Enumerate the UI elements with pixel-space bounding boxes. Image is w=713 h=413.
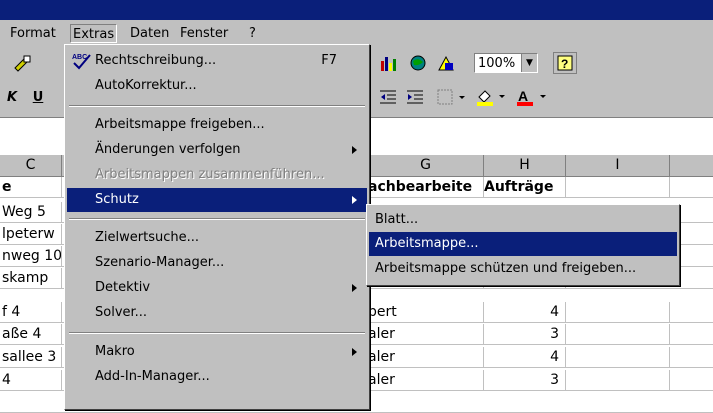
cell-c[interactable]: aße 4 <box>0 324 62 345</box>
menu-item-zusammenfuehren: Arbeitsmappen zusammenführen... <box>67 163 367 187</box>
cell-h[interactable]: 3 <box>484 370 566 391</box>
drawing-icon[interactable] <box>434 52 458 74</box>
format-painter-icon[interactable] <box>8 52 38 74</box>
menu-item-label: Solver... <box>95 305 148 320</box>
cell-c[interactable]: nweg 10 <box>0 246 62 267</box>
menu-item-solver[interactable]: Solver... <box>67 301 367 325</box>
submenu-arrow-icon <box>352 284 357 292</box>
menu-item-detektiv[interactable]: Detektiv <box>67 276 367 300</box>
cell-g[interactable]: bert <box>368 302 484 323</box>
cell-c[interactable]: lpeterw <box>0 224 62 245</box>
menu-item-szenario[interactable]: Szenario-Manager... <box>67 251 367 275</box>
schutz-submenu: Blatt... Arbeitsmappe... Arbeitsmappe sc… <box>366 204 680 286</box>
menu-fenster[interactable]: Fenster <box>178 24 230 43</box>
menu-item-label: Szenario-Manager... <box>95 255 225 270</box>
menu-item-freigeben[interactable]: Arbeitsmappe freigeben... <box>67 113 367 137</box>
svg-text:A: A <box>518 88 528 104</box>
cell-i[interactable] <box>566 302 670 323</box>
menu-separator <box>69 218 365 220</box>
menu-help[interactable]: ? <box>247 24 258 43</box>
underline-button[interactable]: U <box>28 86 48 108</box>
cell-g[interactable]: aler <box>368 347 484 368</box>
cell-c[interactable]: e <box>0 177 62 198</box>
menu-item-label: Blatt... <box>375 212 419 227</box>
menu-item-addin[interactable]: Add-In-Manager... <box>67 365 367 389</box>
map-icon[interactable] <box>406 52 430 74</box>
decrease-indent-icon[interactable] <box>377 86 399 108</box>
shortcut-label: F7 <box>321 53 337 68</box>
menu-separator <box>69 105 365 107</box>
menu-item-label: Arbeitsmappe freigeben... <box>95 117 265 132</box>
menu-item-zielwertsuche[interactable]: Zielwertsuche... <box>67 226 367 250</box>
cell-c[interactable]: skamp <box>0 268 62 289</box>
cell-h[interactable]: 4 <box>484 347 566 368</box>
italic-button[interactable]: K <box>4 86 20 108</box>
menu-item-label: Add-In-Manager... <box>95 369 210 384</box>
menu-item-blatt[interactable]: Blatt... <box>369 208 677 232</box>
menu-item-arbeitsmappe[interactable]: Arbeitsmappe... <box>369 232 677 256</box>
fill-color-icon[interactable] <box>474 86 512 108</box>
menu-item-autokorrektur[interactable]: AutoKorrektur... <box>67 74 367 98</box>
cell-i[interactable] <box>566 370 670 391</box>
title-bar <box>0 0 713 20</box>
submenu-arrow-icon <box>352 196 357 204</box>
column-header-c[interactable]: C <box>0 155 62 176</box>
submenu-arrow-icon <box>352 348 357 356</box>
cell-g[interactable]: achbearbeite <box>368 177 484 198</box>
menu-item-label: Arbeitsmappe... <box>375 236 479 251</box>
increase-indent-icon[interactable] <box>404 86 426 108</box>
menu-item-label: Arbeitsmappe schützen und freigeben... <box>375 261 637 276</box>
menu-item-label: Schutz <box>95 192 139 207</box>
cell-c[interactable]: Weg 5 <box>0 202 62 223</box>
menu-item-rechtschreibung[interactable]: ABC Rechtschreibung... F7 <box>67 49 367 73</box>
menu-item-aenderungen[interactable]: Änderungen verfolgen <box>67 138 367 162</box>
menu-extras[interactable]: Extras <box>70 24 118 43</box>
cell-i[interactable] <box>566 324 670 345</box>
column-header-i[interactable]: I <box>566 155 670 176</box>
chart-wizard-icon[interactable] <box>377 52 401 74</box>
cell-h[interactable]: 4 <box>484 302 566 323</box>
extras-menu: ABC Rechtschreibung... F7 AutoKorrektur.… <box>64 44 370 410</box>
menu-item-label: Arbeitsmappen zusammenführen... <box>95 167 325 182</box>
menu-item-label: Makro <box>95 344 135 359</box>
cell-h[interactable]: Aufträge <box>484 177 566 198</box>
svg-text:?: ? <box>561 57 568 71</box>
menu-item-label: AutoKorrektur... <box>95 78 197 93</box>
menu-item-label: Zielwertsuche... <box>95 230 199 245</box>
zoom-value: 100% <box>478 56 516 71</box>
cell-g[interactable]: aler <box>368 324 484 345</box>
menu-item-label: Detektiv <box>95 280 151 295</box>
cell-h[interactable]: 3 <box>484 324 566 345</box>
menu-item-label: Änderungen verfolgen <box>95 142 241 157</box>
menu-item-schuetzen-freigeben[interactable]: Arbeitsmappe schützen und freigeben... <box>369 257 677 281</box>
menu-item-makro[interactable]: Makro <box>67 340 367 364</box>
font-color-icon[interactable]: A <box>514 86 554 108</box>
menu-format[interactable]: Format <box>8 24 58 43</box>
submenu-arrow-icon <box>352 146 357 154</box>
menu-daten[interactable]: Daten <box>128 24 171 43</box>
cell-c[interactable]: sallee 3 <box>0 347 62 368</box>
menu-item-schutz[interactable]: Schutz <box>67 188 367 212</box>
zoom-select[interactable]: 100% ▼ <box>474 53 538 73</box>
cell-i[interactable] <box>566 347 670 368</box>
column-header-h[interactable]: H <box>484 155 566 176</box>
help-icon[interactable]: ? <box>553 52 577 74</box>
cell-i[interactable] <box>566 177 670 198</box>
column-header-g[interactable]: G <box>368 155 484 176</box>
cell-c[interactable]: 4 <box>0 370 62 391</box>
menu-item-label: Rechtschreibung... <box>95 53 217 68</box>
cell-g[interactable]: aler <box>368 370 484 391</box>
menu-separator <box>69 332 365 334</box>
borders-icon[interactable] <box>436 86 472 108</box>
chevron-down-icon[interactable]: ▼ <box>521 54 537 72</box>
cell-c[interactable]: f 4 <box>0 302 62 323</box>
